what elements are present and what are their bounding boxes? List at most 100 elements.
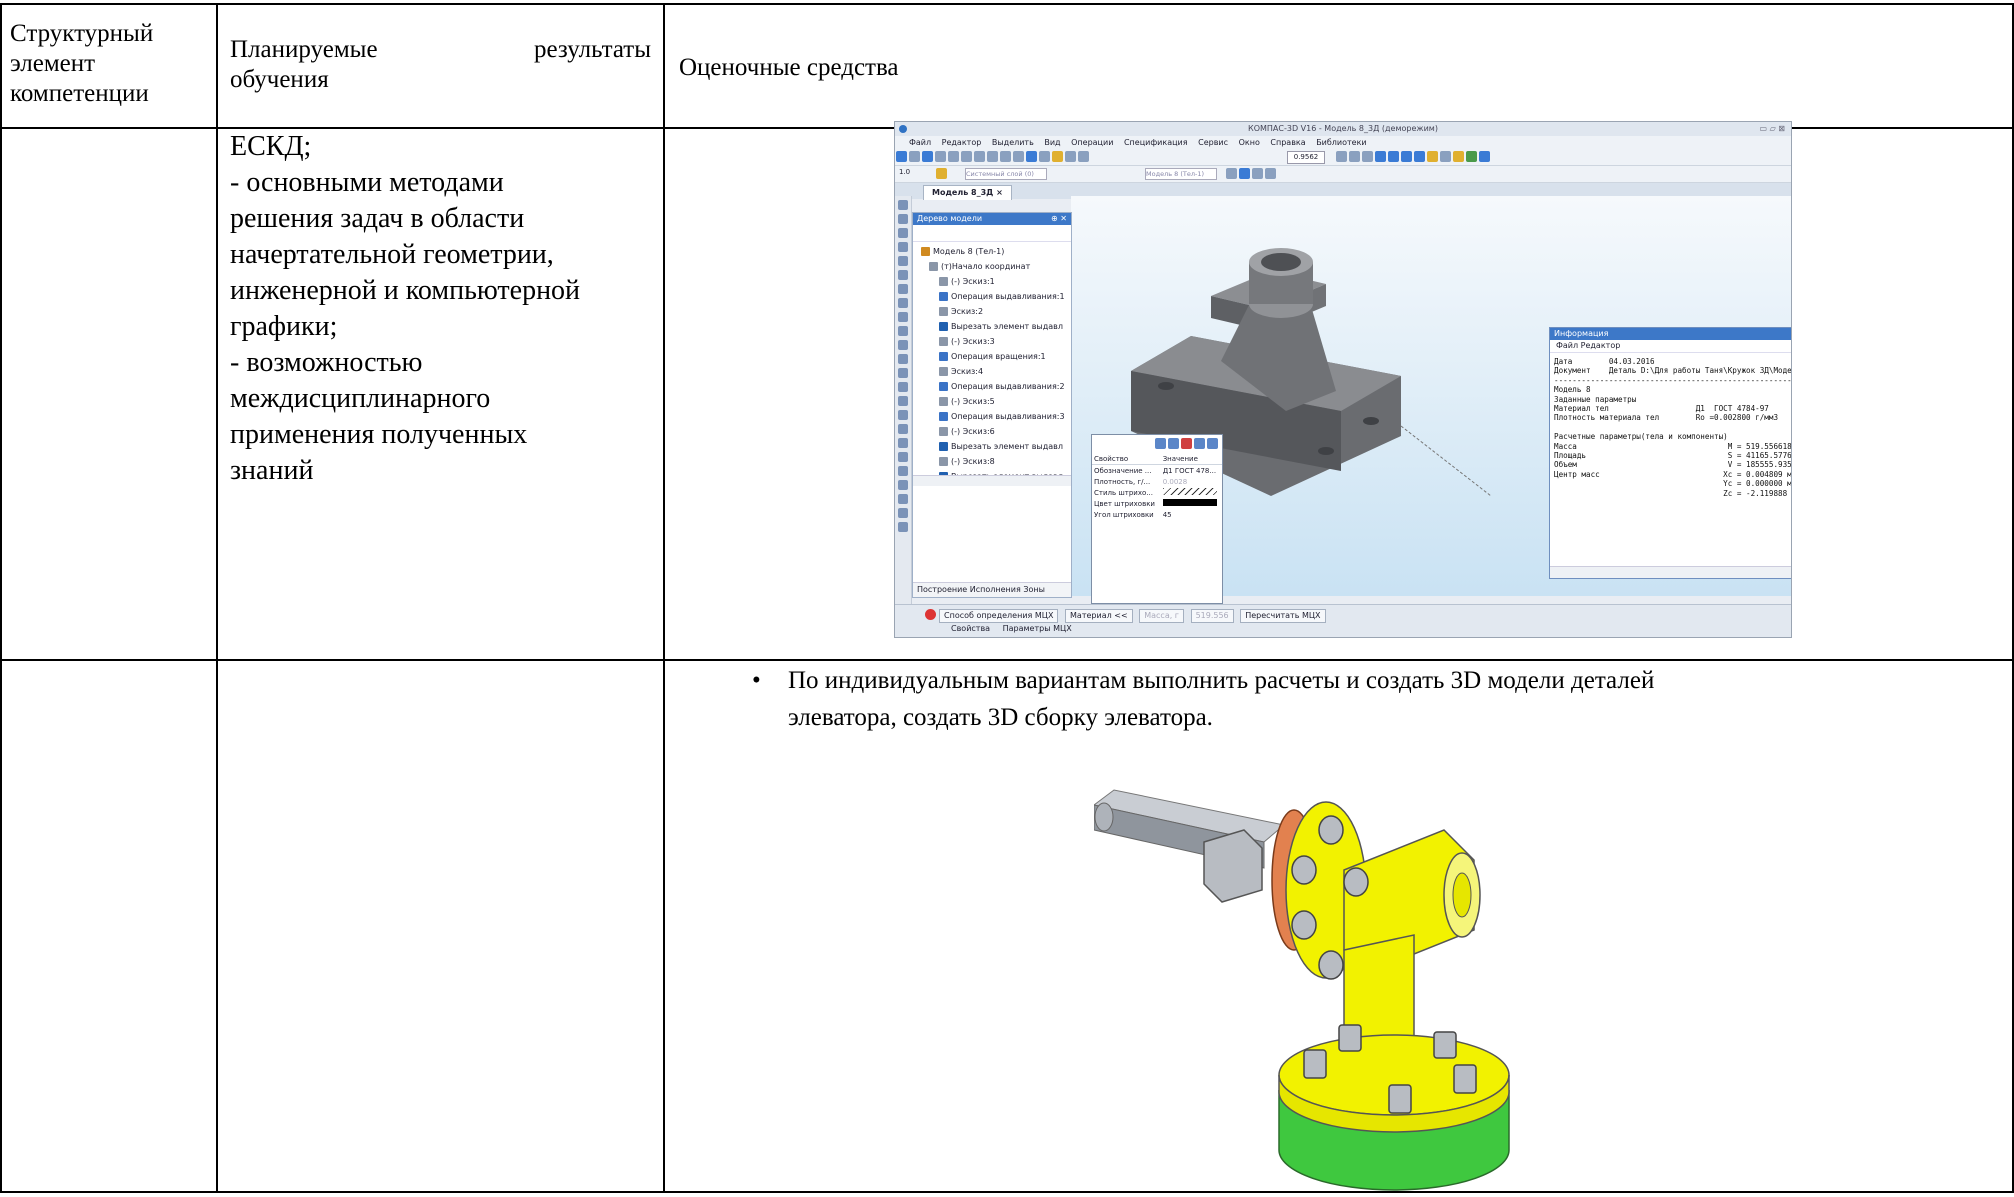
tool-icon [898,368,908,378]
revolve-icon [939,352,948,361]
header-cell-element: Структурный элемент компетенции [0,3,218,129]
pan-icon [1336,151,1347,162]
results-line: знаний [230,455,314,486]
view-cube-icon [1375,151,1386,162]
color-icon [1239,168,1250,179]
tree-item: (т)Начало координат [917,259,1071,274]
task-line: По индивидуальным вариантам выполнить ра… [788,667,1655,694]
tree-item: Эскиз:4 [917,364,1071,379]
row2-element-cell [0,127,218,661]
library-icon [1453,151,1464,162]
extrude-icon [939,292,948,301]
properties-panel: Свойство Значение Обозначение ... Д1 ГОСТ … [1091,434,1223,604]
results-line: междисциплинарного [230,383,491,414]
cad-toolbar-1: 0.9562 [895,149,1791,166]
tab-model-8-3d: Модель 8_3Д × [923,185,1012,200]
table-icon [1194,438,1205,449]
tool-icon [898,256,908,266]
header-planned-results: Планируемые результаты обучения [218,5,663,95]
results-text: ЕСКД; - основными методами решения задач… [218,129,663,489]
tree-item-label: Операция выдавливания:2 [951,382,1065,391]
tree-item: Модель 8 (Тел-1) [917,244,1071,259]
mass-label: Масса, г [1139,609,1185,623]
bottombar-tabs: Свойства Параметры МЦХ [951,624,1082,633]
sketch-icon [939,457,948,466]
tree-item-label: Операция вращения:1 [951,352,1046,361]
tree-item: Операция вращения:1 [917,349,1071,364]
tool-icon [898,452,908,462]
tree-item-label: (-) Эскиз:5 [951,397,995,406]
tree-item-label: Вырезать элемент выдавл [951,442,1063,451]
results-line: ЕСКД; [230,131,312,162]
grid-icon [1265,168,1276,179]
shaded-icon [1388,151,1399,162]
tree-item: Эскиз:2 [917,304,1071,319]
sketch-icon [939,337,948,346]
cad-properties-bar: Способ определения МЦХ Материал << Масса… [895,604,1791,637]
color-swatch [1162,499,1217,506]
tree-item: Операция выдавливания:2 [917,379,1071,394]
tool-icon [898,466,908,476]
close-icon: ⊕ ✕ [1051,214,1067,223]
cad-titlebar: КОМПАС-3D V16 - Модель 8_3Д (деморежим) … [895,122,1791,136]
elevator-assembly-model [1094,789,1510,1191]
props-row: Плотность, г/... 0.0028 [1092,476,1222,487]
mass-value: 519.556 [1190,609,1234,623]
rotate-icon [1349,151,1360,162]
tool-icon [898,410,908,420]
tool-icon [898,228,908,238]
undo-icon [1000,151,1011,162]
filter-icon [1440,151,1451,162]
tab-mcx-params: Параметры МЦХ [1002,624,1072,633]
tree-bottom-tabs: Построение Исполнения Зоны [913,582,1071,597]
cut-extrude-icon [939,322,948,331]
tree-item-label: (-) Эскиз:6 [951,427,995,436]
copy-icon [974,151,985,162]
recalc-button: Пересчитать МЦХ [1240,609,1326,623]
props-head-val: Значение [1160,453,1222,465]
tab-properties: Свойства [951,624,991,633]
zoom-out-icon [1078,151,1089,162]
hidden-lines-icon [1414,151,1425,162]
tool-icon [898,494,908,504]
print-icon [935,151,946,162]
props-value [1161,498,1222,509]
measure-icon [1479,151,1490,162]
open-icon [909,151,920,162]
tree-item: Операция выдавливания:3 [917,409,1071,424]
header-word-planned: Планируемые [230,36,378,63]
props-head: Свойство Значение [1092,453,1222,465]
tool-icon [898,242,908,252]
tree-item-label: Модель 8 (Тел-1) [933,247,1005,256]
sketch-icon [939,397,948,406]
props-key: Угол штриховки [1094,510,1154,519]
kompas-logo-icon [899,125,907,133]
save-icon [922,151,933,162]
section-icon [1427,151,1438,162]
kompas-cad-screenshot: КОМПАС-3D V16 - Модель 8_3Д (деморежим) … [894,121,1792,638]
tree-list: Модель 8 (Тел-1) (т)Начало координат (-)… [913,244,1071,484]
settings-icon [1168,438,1179,449]
tool-icon [898,326,908,336]
tool-icon [898,270,908,280]
layer-select: Системный слой (0) [965,168,1047,180]
new-file-icon [896,151,907,162]
props-row: Угол штриховки 45 [1092,509,1222,520]
hatch-swatch [1162,488,1217,495]
tree-item-label: Вырезать элемент выдавл [951,322,1063,331]
props-icon [1252,168,1263,179]
task-text: По индивидуальным вариантам выполнить ра… [788,662,1988,736]
menu-window: Окно [1238,138,1260,147]
results-line: применения полученных [230,419,528,450]
tree-item: (-) Эскиз:5 [917,394,1071,409]
help-icon [1052,151,1063,162]
cad-menubar: Файл Редактор Выделить Вид Операции Спец… [895,136,1791,149]
layers-icon [936,168,947,179]
results-line: - возможностью [230,347,423,378]
tree-item-label: (-) Эскиз:8 [951,457,995,466]
info-scrollbar [1550,566,1791,578]
results-line: инженерной и компьютерной [230,275,581,306]
tool-icon [898,284,908,294]
preview-icon [948,151,959,162]
row2-results-cell: ЕСКД; - основными методами решения задач… [216,127,665,661]
